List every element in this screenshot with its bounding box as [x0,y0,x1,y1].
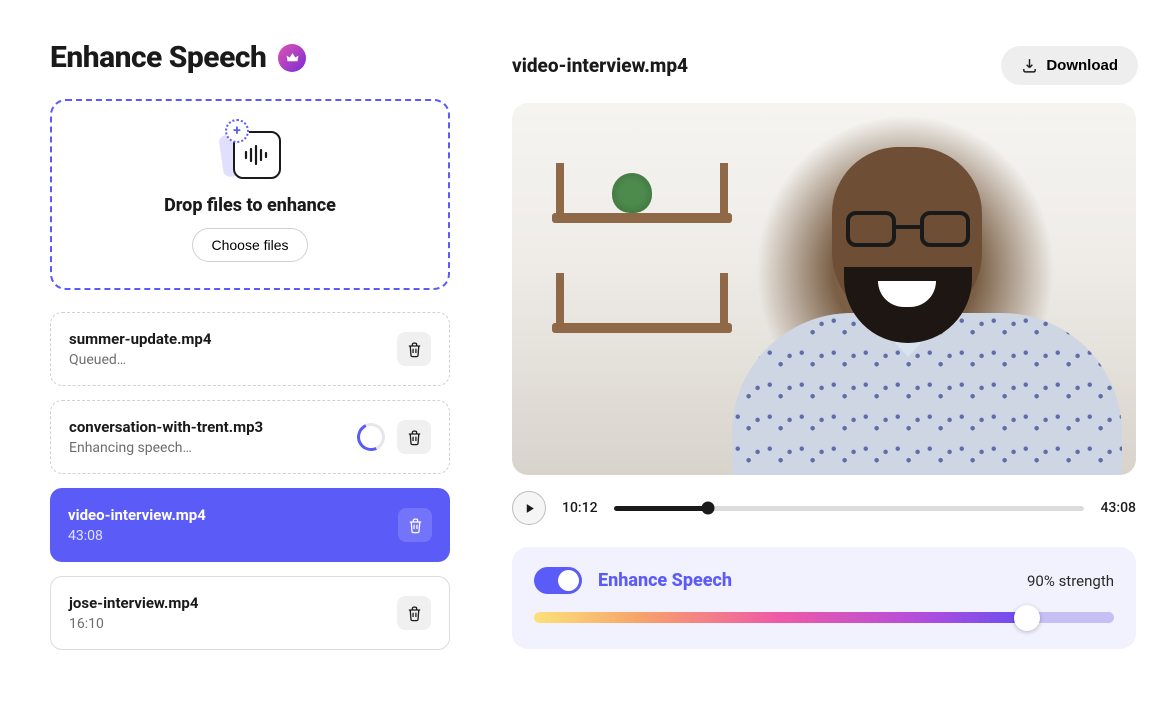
dropzone[interactable]: + Drop files to enhance Choose files [50,99,450,290]
trash-icon [406,429,423,446]
spinner-icon [353,419,389,455]
file-name: video-interview.mp4 [68,506,206,524]
file-name: summer-update.mp4 [69,330,211,348]
strength-label: 90% strength [1027,572,1114,590]
download-button[interactable]: Download [1001,46,1138,85]
total-duration: 43:08 [1100,500,1136,516]
file-card[interactable]: jose-interview.mp4 16:10 [50,576,450,650]
delete-button[interactable] [397,596,431,630]
player-controls: 10:12 43:08 [512,491,1136,525]
file-duration: 16:10 [69,616,198,632]
audio-file-icon: + [215,121,285,185]
file-status: Queued… [69,352,211,368]
play-icon [523,502,536,515]
file-card-selected[interactable]: video-interview.mp4 43:08 [50,488,450,562]
file-name: conversation-with-trent.mp3 [69,418,263,436]
delete-button[interactable] [397,332,431,366]
enhance-label: Enhance Speech [598,570,732,591]
trash-icon [406,341,423,358]
enhance-panel: Enhance Speech 90% strength [512,547,1136,649]
file-name: jose-interview.mp4 [69,594,198,612]
file-card[interactable]: conversation-with-trent.mp3 Enhancing sp… [50,400,450,474]
delete-button[interactable] [397,420,431,454]
toggle-knob [558,570,579,591]
page-title: Enhance Speech [50,40,266,75]
seek-bar[interactable] [614,506,1085,511]
current-time: 10:12 [562,500,598,516]
download-icon [1021,57,1038,74]
play-button[interactable] [512,491,546,525]
enhance-toggle[interactable] [534,567,582,594]
delete-button[interactable] [398,508,432,542]
seek-handle[interactable] [701,502,714,515]
download-label: Download [1046,57,1118,74]
slider-handle[interactable] [1014,605,1040,631]
file-status: Enhancing speech… [69,440,263,456]
dropzone-label: Drop files to enhance [164,195,336,216]
file-duration: 43:08 [68,528,206,544]
video-preview[interactable] [512,103,1136,475]
plus-icon: + [225,119,249,143]
choose-files-button[interactable]: Choose files [192,228,307,262]
strength-slider[interactable] [534,612,1114,623]
premium-crown-icon [278,44,306,72]
trash-icon [406,605,423,622]
trash-icon [407,517,424,534]
current-file-name: video-interview.mp4 [512,54,688,77]
file-card[interactable]: summer-update.mp4 Queued… [50,312,450,386]
